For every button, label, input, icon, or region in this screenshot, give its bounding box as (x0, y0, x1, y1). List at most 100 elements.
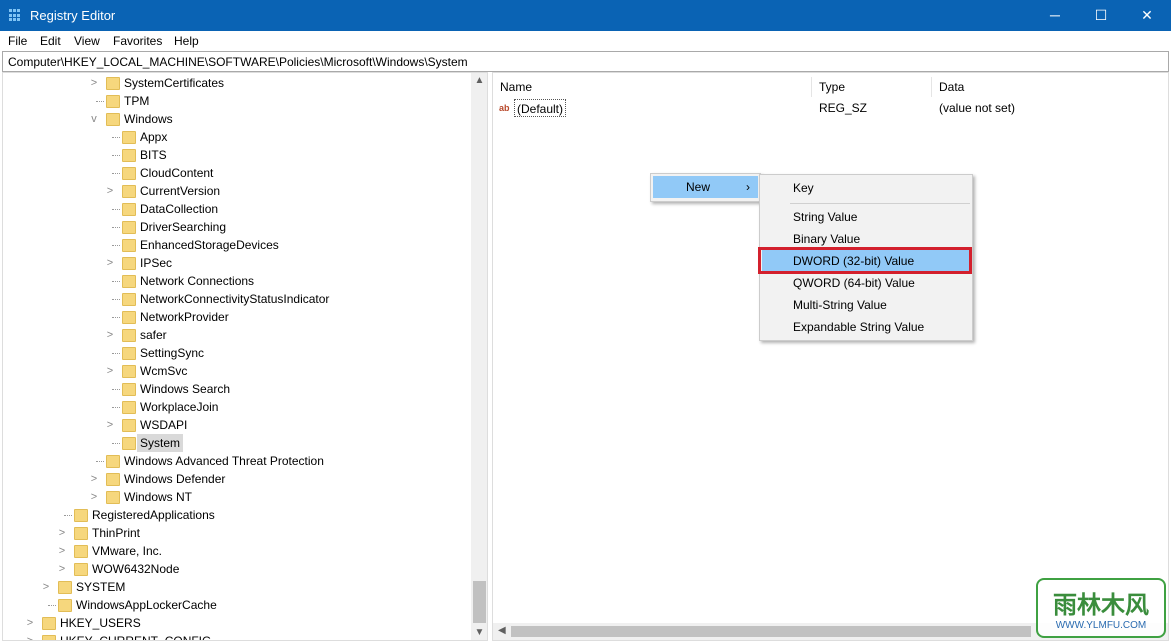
submenu-item[interactable]: Key (762, 177, 970, 199)
tree-item-label: SettingSync (140, 346, 205, 360)
tree-item-label: SystemCertificates (124, 76, 225, 90)
tree-item[interactable]: > safer (3, 326, 469, 344)
tree-item[interactable]: Windows Search (3, 380, 469, 398)
tree-item[interactable]: NetworkProvider (3, 308, 469, 326)
chevron-down-icon[interactable]: v (89, 110, 99, 128)
tree-item[interactable]: > ThinPrint (3, 524, 469, 542)
menu-help[interactable]: Help (174, 34, 199, 48)
folder-icon (122, 275, 136, 288)
tree-item[interactable]: TPM (3, 92, 469, 110)
tree-item-label: NetworkConnectivityStatusIndicator (140, 292, 330, 306)
chevron-right-icon[interactable]: > (89, 488, 99, 506)
tree-item[interactable]: WorkplaceJoin (3, 398, 469, 416)
chevron-right-icon[interactable]: > (57, 560, 67, 578)
folder-icon (58, 599, 72, 612)
menu-item-new[interactable]: New › (653, 176, 758, 198)
tree-item[interactable]: > HKEY_USERS (3, 614, 469, 632)
tree-item-label: CloudContent (140, 166, 214, 180)
tree-item[interactable]: BITS (3, 146, 469, 164)
tree-item[interactable]: > VMware, Inc. (3, 542, 469, 560)
chevron-right-icon[interactable]: > (105, 416, 115, 434)
menu-file[interactable]: File (8, 34, 27, 48)
minimize-button[interactable]: ─ (1032, 0, 1078, 31)
scroll-left-arrow-icon[interactable]: ◀ (498, 625, 506, 636)
tree-item-label: Appx (140, 130, 168, 144)
tree-item[interactable]: > SYSTEM (3, 578, 469, 596)
tree-item[interactable]: > Windows NT (3, 488, 469, 506)
tree-item[interactable]: NetworkConnectivityStatusIndicator (3, 290, 469, 308)
tree-item[interactable]: WindowsAppLockerCache (3, 596, 469, 614)
chevron-right-icon[interactable]: > (105, 362, 115, 380)
address-bar[interactable]: Computer\HKEY_LOCAL_MACHINE\SOFTWARE\Pol… (2, 51, 1169, 72)
tree-item[interactable]: DataCollection (3, 200, 469, 218)
menu-view[interactable]: View (74, 34, 100, 48)
tree-item[interactable]: v Windows (3, 110, 469, 128)
watermark-logo: 雨林木风 WWW.YLMFU.COM (1036, 578, 1166, 638)
submenu-item[interactable]: Multi-String Value (762, 294, 970, 316)
tree-item[interactable]: > SystemCertificates (3, 74, 469, 92)
tree-item-label: WorkplaceJoin (140, 400, 219, 414)
menu-edit[interactable]: Edit (40, 34, 61, 48)
chevron-right-icon[interactable]: > (41, 578, 51, 596)
chevron-right-icon[interactable]: > (25, 632, 35, 640)
folder-icon (106, 77, 120, 90)
tree-item[interactable]: > CurrentVersion (3, 182, 469, 200)
watermark-main: 雨林木风 (1053, 592, 1149, 619)
tree-vertical-scrollbar[interactable]: ▲ ▼ (471, 73, 487, 640)
submenu-item[interactable]: Expandable String Value (762, 316, 970, 338)
chevron-right-icon[interactable]: > (105, 182, 115, 200)
tree-item[interactable]: > WOW6432Node (3, 560, 469, 578)
tree-connector (112, 281, 120, 282)
tree-item[interactable]: DriverSearching (3, 218, 469, 236)
submenu-item[interactable]: QWORD (64-bit) Value (762, 272, 970, 294)
chevron-right-icon[interactable]: > (89, 470, 99, 488)
folder-icon (42, 635, 56, 640)
tree-item[interactable]: Windows Advanced Threat Protection (3, 452, 469, 470)
chevron-right-icon[interactable]: > (89, 74, 99, 92)
tree-item[interactable]: > HKEY_CURRENT_CONFIG (3, 632, 469, 640)
folder-icon (106, 455, 120, 468)
folder-icon (42, 617, 56, 630)
column-header-type[interactable]: Type (812, 77, 932, 97)
maximize-button[interactable]: ☐ (1078, 0, 1124, 31)
chevron-right-icon[interactable]: > (57, 542, 67, 560)
chevron-right-icon[interactable]: > (105, 254, 115, 272)
tree-connector (96, 101, 104, 102)
tree-item-label: NetworkProvider (140, 310, 229, 324)
scroll-thumb[interactable] (473, 581, 486, 623)
chevron-right-icon[interactable]: > (25, 614, 35, 632)
tree-item[interactable]: > IPSec (3, 254, 469, 272)
tree-item[interactable]: EnhancedStorageDevices (3, 236, 469, 254)
tree-item-label: CurrentVersion (140, 184, 221, 198)
tree-item[interactable]: SettingSync (3, 344, 469, 362)
scroll-down-arrow-icon[interactable]: ▼ (471, 627, 487, 638)
chevron-right-icon[interactable]: > (57, 524, 67, 542)
tree-item[interactable]: System (3, 434, 469, 452)
values-pane: Name Type Data ab (Default) REG_SZ (valu… (492, 72, 1169, 641)
context-menu: New › (650, 173, 761, 202)
column-header-data[interactable]: Data (932, 77, 1168, 97)
tree-item[interactable]: RegisteredApplications (3, 506, 469, 524)
submenu-item[interactable]: String Value (762, 206, 970, 228)
scroll-thumb[interactable] (511, 626, 1031, 637)
scroll-up-arrow-icon[interactable]: ▲ (471, 75, 487, 86)
highlight-annotation (758, 247, 972, 274)
tree-connector (112, 317, 120, 318)
tree-item[interactable]: Network Connections (3, 272, 469, 290)
tree-item[interactable]: > WcmSvc (3, 362, 469, 380)
value-name: (Default) (514, 99, 567, 117)
tree-item[interactable]: CloudContent (3, 164, 469, 182)
tree-item-label: WOW6432Node (92, 562, 180, 576)
tree-item[interactable]: > WSDAPI (3, 416, 469, 434)
tree-item[interactable]: Appx (3, 128, 469, 146)
folder-icon (106, 113, 120, 126)
menu-favorites[interactable]: Favorites (113, 34, 162, 48)
key-tree: > SystemCertificates TPM v Windows Appx BITS Cl… (2, 72, 488, 641)
column-header-name[interactable]: Name (493, 77, 812, 97)
chevron-right-icon[interactable]: > (105, 326, 115, 344)
close-button[interactable]: ✕ (1124, 0, 1170, 31)
folder-icon (122, 365, 136, 378)
tree-item[interactable]: > Windows Defender (3, 470, 469, 488)
menu-bar: File Edit View Favorites Help (0, 31, 1171, 51)
value-data: (value not set) (939, 101, 1016, 115)
